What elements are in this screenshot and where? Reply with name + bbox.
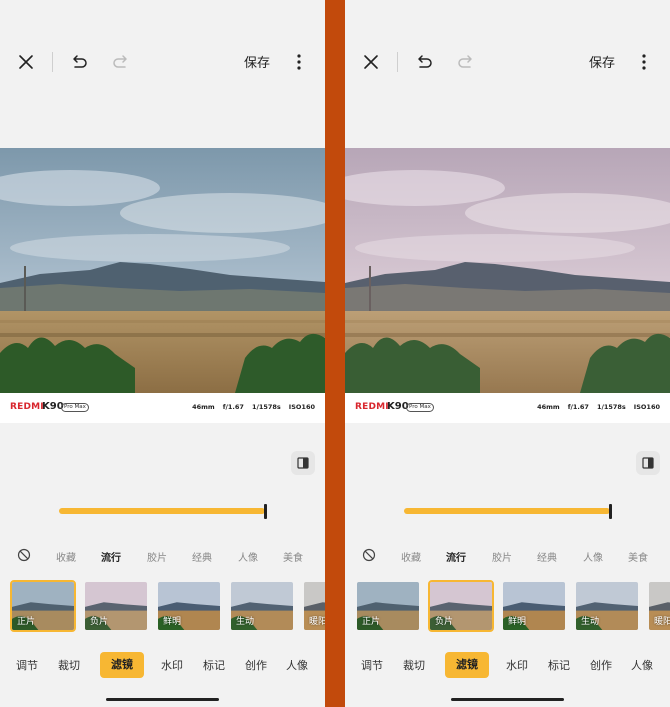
slider-handle[interactable] (264, 504, 267, 519)
category-favorites[interactable]: 收藏 (401, 549, 421, 564)
filter-intensity-slider[interactable] (59, 508, 265, 514)
redo-icon[interactable] (108, 50, 132, 74)
tab-watermark[interactable]: 水印 (506, 657, 528, 673)
category-food[interactable]: 美食 (628, 549, 648, 564)
camera-watermark: REDMI K90 Pro Max 46mm f/1.67 1/1578s ISO16… (0, 393, 325, 423)
photo-preview[interactable] (0, 148, 325, 393)
category-popular[interactable]: 流行 (446, 549, 466, 564)
redo-icon[interactable] (453, 50, 477, 74)
photo-preview[interactable] (345, 148, 670, 393)
category-portrait[interactable]: 人像 (583, 549, 603, 564)
tab-filter[interactable]: 滤镜 (445, 652, 489, 678)
filter-thumb-positive[interactable]: 正片 (355, 580, 421, 632)
filter-category-bar: 收藏 流行 胶片 经典 人像 美食 (345, 548, 670, 564)
category-classic[interactable]: 经典 (537, 549, 557, 564)
category-popular[interactable]: 流行 (101, 549, 121, 564)
tab-portrait[interactable]: 人像 (631, 657, 653, 673)
no-filter-icon[interactable] (17, 548, 31, 562)
top-toolbar: 保存 (345, 0, 670, 124)
no-filter-icon[interactable] (362, 548, 376, 562)
close-icon[interactable] (359, 50, 383, 74)
tab-create[interactable]: 创作 (590, 657, 612, 673)
save-button[interactable]: 保存 (589, 52, 615, 71)
watermark-specs: 46mm f/1.67 1/1578s ISO160 (192, 403, 315, 411)
tab-create[interactable]: 创作 (245, 657, 267, 673)
tab-markup[interactable]: 标记 (548, 657, 570, 673)
save-button[interactable]: 保存 (244, 52, 270, 71)
filter-thumb-lively[interactable]: 生动 (574, 580, 640, 632)
camera-watermark: REDMI K90 Pro Max 46mm f/1.67 1/1578s ISO16… (345, 393, 670, 423)
category-film[interactable]: 胶片 (492, 549, 512, 564)
slider-handle[interactable] (609, 504, 612, 519)
bottom-tab-bar: 调节 裁切 滤镜 水印 标记 创作 人像 (345, 652, 670, 678)
compare-icon[interactable] (636, 451, 660, 475)
filter-intensity-slider[interactable] (404, 508, 610, 514)
tab-adjust[interactable]: 调节 (361, 657, 383, 673)
filter-thumb-lively[interactable]: 生动 (229, 580, 295, 632)
filter-thumb-negative[interactable]: 负片 (83, 580, 149, 632)
tab-markup[interactable]: 标记 (203, 657, 225, 673)
bottom-tab-bar: 调节 裁切 滤镜 水印 标记 创作 人像 (0, 652, 325, 678)
watermark-edition: Pro Max (406, 403, 434, 412)
more-vertical-icon[interactable] (632, 50, 656, 74)
home-indicator[interactable] (451, 698, 564, 701)
category-food[interactable]: 美食 (283, 549, 303, 564)
watermark-specs: 46mm f/1.67 1/1578s ISO160 (537, 403, 660, 411)
watermark-brand: REDMI (355, 402, 389, 412)
filter-thumb-vivid[interactable]: 鲜明 (156, 580, 222, 632)
more-vertical-icon[interactable] (287, 50, 311, 74)
category-portrait[interactable]: 人像 (238, 549, 258, 564)
toolbar-divider (397, 52, 398, 72)
tab-crop[interactable]: 裁切 (403, 657, 425, 673)
tab-filter[interactable]: 滤镜 (100, 652, 144, 678)
filter-thumb-vivid[interactable]: 鲜明 (501, 580, 567, 632)
undo-icon[interactable] (413, 50, 437, 74)
editor-panel-negative: 保存 REDMI K90 Pro Max 46mm f/1.67 1/1578s… (345, 0, 670, 707)
filter-thumb-warm[interactable]: 暖阳 (302, 580, 325, 632)
watermark-edition: Pro Max (61, 403, 89, 412)
tab-adjust[interactable]: 调节 (16, 657, 38, 673)
filter-thumb-warm[interactable]: 暖阳 (647, 580, 670, 632)
undo-icon[interactable] (68, 50, 92, 74)
editor-panel-original: 保存 REDMI K90 Pro Max 46mm f/1.67 1/1578s… (0, 0, 325, 707)
home-indicator[interactable] (106, 698, 219, 701)
filter-thumb-positive[interactable]: 正片 (10, 580, 76, 632)
top-toolbar: 保存 (0, 0, 325, 124)
filter-thumbnail-strip: 正片 负片 鲜明 生动 暖阳 (0, 580, 325, 632)
toolbar-divider (52, 52, 53, 72)
tab-watermark[interactable]: 水印 (161, 657, 183, 673)
close-icon[interactable] (14, 50, 38, 74)
tab-portrait[interactable]: 人像 (286, 657, 308, 673)
watermark-brand: REDMI (10, 402, 44, 412)
category-film[interactable]: 胶片 (147, 549, 167, 564)
filter-thumb-negative[interactable]: 负片 (428, 580, 494, 632)
filter-category-bar: 收藏 流行 胶片 经典 人像 美食 (0, 548, 325, 564)
compare-icon[interactable] (291, 451, 315, 475)
filter-thumbnail-strip: 正片 负片 鲜明 生动 暖阳 (345, 580, 670, 632)
tab-crop[interactable]: 裁切 (58, 657, 80, 673)
category-classic[interactable]: 经典 (192, 549, 212, 564)
category-favorites[interactable]: 收藏 (56, 549, 76, 564)
